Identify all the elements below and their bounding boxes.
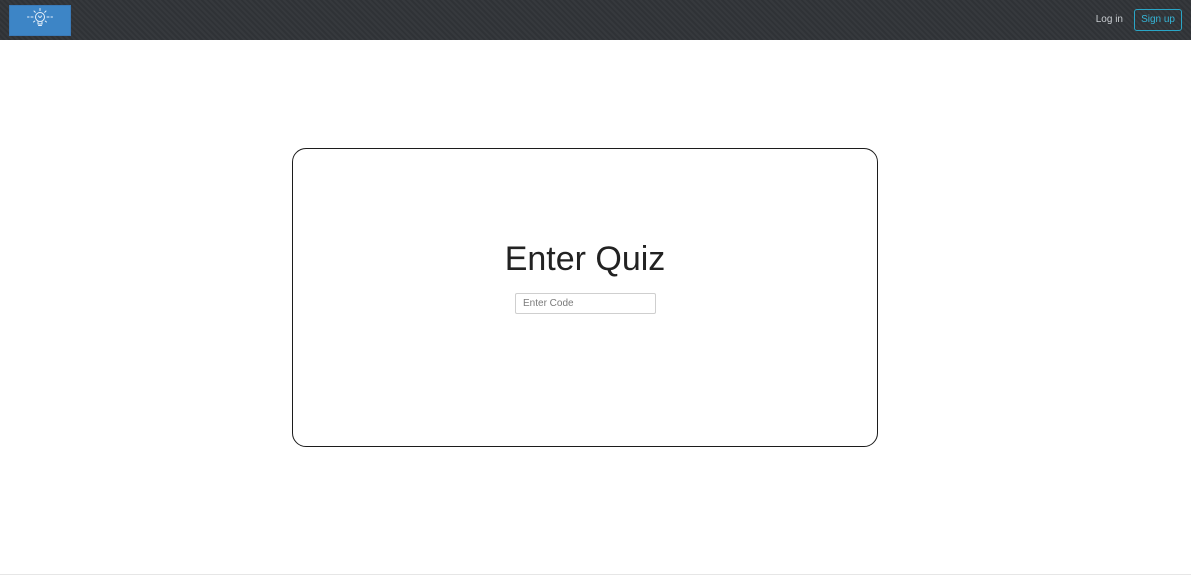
signup-button[interactable]: Sign up	[1134, 9, 1182, 31]
page-footer	[0, 575, 1191, 586]
home-logo[interactable]	[9, 5, 71, 36]
top-navbar: Log in Sign up	[0, 0, 1191, 40]
enter-quiz-card: Enter Quiz	[292, 148, 878, 447]
page-title: Enter Quiz	[504, 240, 666, 278]
login-link[interactable]: Log in	[1096, 14, 1123, 25]
quiz-code-input[interactable]	[515, 293, 656, 314]
lightbulb-icon	[25, 7, 55, 34]
